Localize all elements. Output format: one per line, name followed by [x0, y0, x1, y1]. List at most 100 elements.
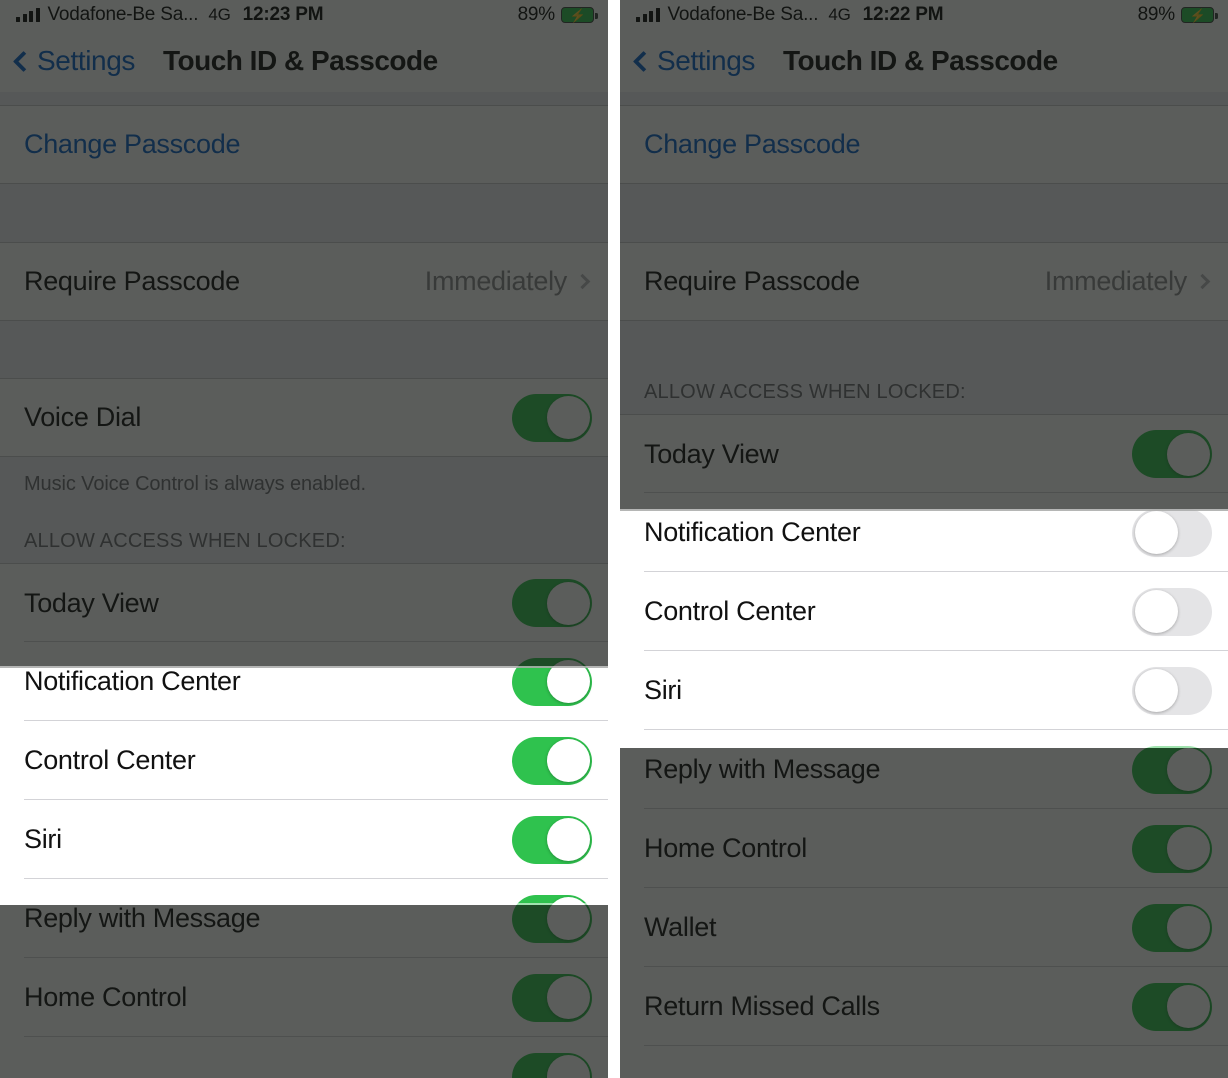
row-label: Home Control: [24, 982, 187, 1012]
battery-charging-icon: ⚡: [1181, 7, 1218, 23]
row-partial-next[interactable]: [0, 1037, 608, 1078]
row-home-control[interactable]: Home Control: [0, 958, 608, 1037]
toggle-knob: [546, 396, 590, 439]
row-value: Immediately: [424, 266, 568, 296]
toggle-control-center[interactable]: [1132, 587, 1212, 636]
row-require-passcode[interactable]: Require Passcode Immediately: [0, 242, 608, 321]
signal-bars-icon: [636, 8, 660, 22]
toggle-siri[interactable]: [512, 815, 592, 864]
row-accessory: [1132, 982, 1212, 1031]
row-accessory: [1132, 508, 1212, 557]
toggle-knob: [1134, 669, 1178, 712]
toggle-knob: [546, 976, 590, 1019]
chevron-right-icon: [1194, 273, 1211, 290]
toggle-notification-center[interactable]: [512, 657, 592, 706]
row-label: Notification Center: [24, 666, 241, 696]
row-siri[interactable]: Siri: [620, 651, 1228, 730]
row-return-missed-calls[interactable]: Return Missed Calls: [620, 967, 1228, 1046]
toggle-siri[interactable]: [1132, 666, 1212, 715]
row-accessory: [1132, 666, 1212, 715]
row-reply-with-message[interactable]: Reply with Message: [620, 730, 1228, 809]
status-bar-right: 89% ⚡: [517, 4, 598, 26]
toggle-knob: [546, 581, 590, 625]
row-label: Reply with Message: [24, 903, 261, 933]
toggle-notification-center[interactable]: [1132, 508, 1212, 557]
toggle-knob: [1134, 590, 1178, 633]
battery-percent-label: 89%: [517, 4, 556, 25]
toggle-knob: [1166, 432, 1210, 476]
toggle-reply-with-message[interactable]: [1132, 745, 1212, 794]
phone-panel-left: Vodafone-Be Sa... 4G 12:23 PM 89% ⚡ Sett…: [0, 0, 608, 1078]
battery-charging-icon: ⚡: [561, 7, 598, 23]
row-accessory: [1132, 903, 1212, 952]
back-button[interactable]: Settings: [632, 45, 755, 77]
row-label: Notification Center: [644, 517, 861, 547]
row-accessory: [512, 657, 592, 706]
row-accessory: Immediately: [1045, 266, 1212, 297]
carrier-label: Vodafone-Be Sa...: [47, 4, 199, 25]
toggle-today-view[interactable]: [512, 579, 592, 627]
row-today-view[interactable]: Today View: [620, 414, 1228, 493]
network-type-label: 4G: [208, 5, 231, 24]
toggle-home-control[interactable]: [1132, 824, 1212, 873]
row-label: Control Center: [644, 596, 816, 626]
toggle-today-view[interactable]: [1132, 430, 1212, 478]
navigation-bar: Settings Touch ID & Passcode: [620, 30, 1228, 92]
voice-dial-footnote: Music Voice Control is always enabled.: [0, 457, 608, 496]
dual-screenshot-stage: Vodafone-Be Sa... 4G 12:23 PM 89% ⚡ Sett…: [0, 0, 1228, 1078]
row-accessory: [512, 815, 592, 864]
row-label: Voice Dial: [24, 402, 142, 432]
row-accessory: [1132, 430, 1212, 478]
row-change-passcode[interactable]: Change Passcode: [0, 105, 608, 184]
page-title: Touch ID & Passcode: [162, 45, 438, 76]
toggle-control-center[interactable]: [512, 736, 592, 785]
row-notification-center[interactable]: Notification Center: [0, 642, 608, 721]
phone-panel-right: Vodafone-Be Sa... 4G 12:22 PM 89% ⚡ Sett…: [620, 0, 1228, 1078]
row-change-passcode[interactable]: Change Passcode: [620, 105, 1228, 184]
toggle-knob: [1134, 511, 1178, 554]
row-today-view[interactable]: Today View: [0, 563, 608, 642]
toggle-wallet[interactable]: [1132, 903, 1212, 952]
row-value: Immediately: [1044, 266, 1188, 296]
row-label: Change Passcode: [644, 129, 861, 159]
back-button[interactable]: Settings: [12, 45, 135, 77]
row-control-center[interactable]: Control Center: [620, 572, 1228, 651]
row-wallet[interactable]: Wallet: [620, 888, 1228, 967]
clock-label: 12:23 PM: [242, 4, 324, 25]
section-header-allow-access: ALLOW ACCESS WHEN LOCKED:: [620, 321, 1228, 414]
toggle-knob: [546, 897, 590, 940]
row-accessory: [512, 736, 592, 785]
toggle-knob: [1166, 827, 1210, 870]
row-notification-center[interactable]: Notification Center: [620, 493, 1228, 572]
chevron-right-icon: [574, 273, 591, 290]
toggle-return-missed-calls[interactable]: [1132, 982, 1212, 1031]
toggle-home-control[interactable]: [512, 973, 592, 1022]
group-spacer: [620, 184, 1228, 242]
row-accessory: [512, 973, 592, 1022]
toggle-knob: [546, 739, 590, 782]
row-label: Siri: [644, 675, 682, 705]
row-siri[interactable]: Siri: [0, 800, 608, 879]
toggle-partial-next[interactable]: [512, 1052, 592, 1078]
group-spacer: [0, 184, 608, 242]
row-accessory: [1132, 745, 1212, 794]
row-reply-with-message[interactable]: Reply with Message: [0, 879, 608, 958]
row-label: Today View: [24, 587, 159, 618]
row-accessory: [512, 894, 592, 943]
chevron-left-icon: [632, 50, 655, 72]
row-voice-dial[interactable]: Voice Dial: [0, 378, 608, 457]
back-button-label: Settings: [37, 45, 135, 76]
row-label: Return Missed Calls: [644, 991, 880, 1021]
group-spacer: [0, 92, 608, 105]
toggle-voice-dial[interactable]: [512, 393, 592, 442]
row-control-center[interactable]: Control Center: [0, 721, 608, 800]
row-require-passcode[interactable]: Require Passcode Immediately: [620, 242, 1228, 321]
carrier-label: Vodafone-Be Sa...: [667, 4, 819, 25]
settings-screen-left: Vodafone-Be Sa... 4G 12:23 PM 89% ⚡ Sett…: [0, 0, 608, 1078]
row-label: Home Control: [644, 833, 807, 863]
row-accessory: [512, 579, 592, 627]
toggle-reply-with-message[interactable]: [512, 894, 592, 943]
status-bar: Vodafone-Be Sa... 4G 12:23 PM 89% ⚡: [0, 0, 608, 30]
row-home-control[interactable]: Home Control: [620, 809, 1228, 888]
row-label: Change Passcode: [24, 129, 241, 159]
